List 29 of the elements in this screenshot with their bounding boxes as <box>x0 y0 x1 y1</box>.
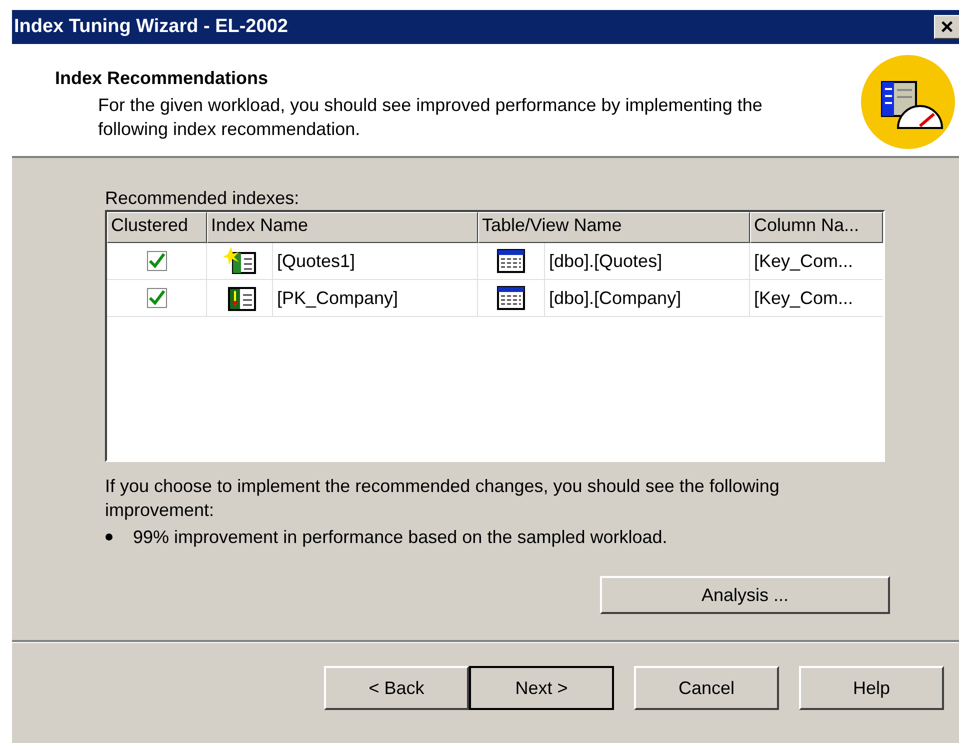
wizard-button[interactable]: Next > <box>469 666 614 710</box>
improvement-item: 99% improvement in performance based on the sampled workload. <box>133 526 668 549</box>
new-index-icon <box>222 247 256 275</box>
window-title: Index Tuning Wizard - EL-2002 <box>14 16 288 38</box>
wizard-button[interactable]: < Back <box>324 666 469 710</box>
column-header[interactable]: Index Name <box>207 212 478 243</box>
close-button[interactable]: × <box>934 15 959 39</box>
table-icon <box>497 249 525 273</box>
wizard-button[interactable]: Cancel <box>634 666 779 710</box>
improvement-text: If you choose to implement the recommended changes, you should see the following improvement: <box>105 475 780 522</box>
column-header[interactable]: Column Na... <box>750 212 883 243</box>
table-cell: [dbo].[Company] <box>545 280 750 316</box>
analysis-button[interactable]: Analysis ... <box>600 576 890 614</box>
table-cell-text: [Key_Com... <box>753 286 854 310</box>
wizard-button[interactable]: Help <box>799 666 944 710</box>
list-label: Recommended indexes: <box>105 187 300 210</box>
gauge-icon <box>860 54 956 150</box>
bullet-icon <box>105 533 113 541</box>
page-title: Index Recommendations <box>55 68 270 89</box>
checkbox[interactable] <box>146 288 166 308</box>
table-cell-text: [Key_Com... <box>753 250 854 273</box>
table-cell: [PK_Company] <box>273 280 478 316</box>
page-description: For the given workload, you should see improved performance by implementing the following index recommendation. <box>98 94 764 141</box>
table-cell: [dbo].[Quotes] <box>545 243 750 279</box>
checkbox[interactable] <box>146 251 166 271</box>
table-icon <box>497 286 525 310</box>
column-header[interactable]: Table/View Name <box>478 212 750 243</box>
column-header[interactable]: Clustered <box>107 212 207 243</box>
table-cell: [Quotes1] <box>273 243 478 279</box>
